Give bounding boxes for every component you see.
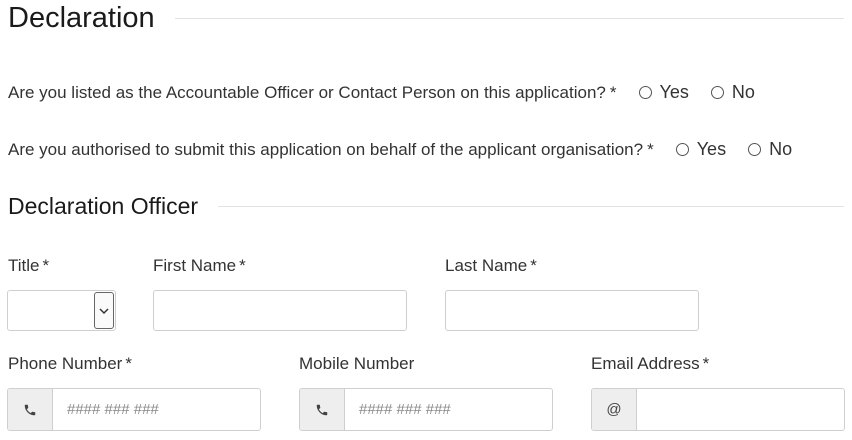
chevron-down-icon[interactable] [94,292,114,329]
radio-group: Yes No [638,82,777,103]
phone-input[interactable]: #### ### ### [53,389,260,430]
label-text: Title [8,256,40,275]
label-text: First Name [153,256,237,275]
email-label: Email Address * [591,354,709,374]
title-label: Title * [8,256,49,276]
label-text: Mobile Number [299,354,415,373]
email-input-group[interactable]: @ [591,388,845,431]
label-text: Phone Number [8,354,123,373]
question-authorised: Are you authorised to submit this applic… [8,139,814,160]
select-value[interactable] [8,291,93,330]
required-marker: * [647,139,654,159]
radio-label[interactable]: No [769,139,792,160]
title-select[interactable] [7,290,116,331]
required-marker: * [702,354,710,373]
radio-label[interactable]: Yes [660,82,689,103]
required-marker: * [530,256,537,275]
required-marker: * [125,354,132,373]
required-marker: * [239,256,246,275]
section-divider [174,18,844,19]
label-text: Email Address [591,354,700,373]
phone-input-group[interactable]: #### ### ### [7,388,261,431]
radio-no[interactable]: No [710,82,755,103]
radio-circle-icon[interactable] [748,143,762,156]
section-divider [218,206,844,207]
radio-yes[interactable]: Yes [638,82,689,103]
at-sign-icon: @ [592,389,637,430]
first-name-input[interactable] [153,290,407,331]
radio-circle-icon[interactable] [710,86,724,99]
radio-circle-icon[interactable] [638,86,652,99]
radio-group: Yes No [675,139,814,160]
declaration-section-header: Declaration [8,2,844,35]
mobile-input[interactable]: #### ### ### [345,389,552,430]
radio-label[interactable]: Yes [697,139,726,160]
radio-no[interactable]: No [748,139,792,160]
required-marker: * [42,256,50,275]
required-marker: * [609,82,617,102]
first-name-label: First Name * [153,256,246,276]
question-accountable-officer: Are you listed as the Accountable Office… [8,82,777,103]
last-name-input[interactable] [445,290,699,331]
section-title: Declaration Officer [8,193,199,219]
phone-icon [300,389,345,430]
section-title: Declaration [8,2,155,34]
mobile-label: Mobile Number [299,354,414,374]
radio-label[interactable]: No [732,82,755,103]
label-text: Last Name [445,256,528,275]
phone-icon [8,389,53,430]
last-name-label: Last Name * [445,256,537,276]
phone-label: Phone Number * [8,354,132,374]
mobile-input-group[interactable]: #### ### ### [299,388,553,431]
question-text: Are you authorised to submit this applic… [8,139,644,159]
question-text: Are you listed as the Accountable Office… [8,82,606,102]
radio-yes[interactable]: Yes [675,139,726,160]
email-input[interactable] [637,389,844,430]
declaration-officer-section-header: Declaration Officer [8,193,844,220]
radio-circle-icon[interactable] [675,143,689,156]
